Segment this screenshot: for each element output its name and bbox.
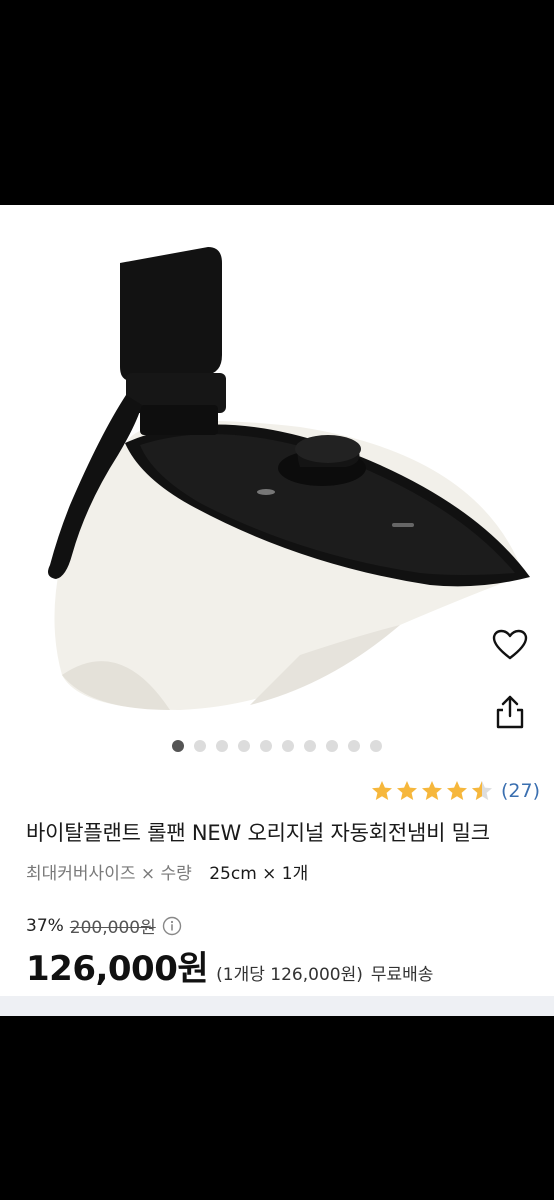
option-value: 25cm × 1개 <box>209 864 309 884</box>
section-divider <box>0 996 554 1016</box>
carousel-dot[interactable] <box>282 740 294 752</box>
carousel-dot[interactable] <box>348 740 360 752</box>
wish-button[interactable] <box>488 623 532 667</box>
carousel-indicator <box>0 740 554 752</box>
unit-price: (1개당 126,000원) <box>216 965 363 985</box>
star-icon <box>421 781 442 800</box>
shipping-info: 무료배송 <box>370 965 434 985</box>
top-black-area <box>0 0 554 205</box>
half-star-icon <box>471 781 492 800</box>
carousel-dot[interactable] <box>326 740 338 752</box>
carousel-dot[interactable] <box>194 740 206 752</box>
rating[interactable]: (27) <box>370 779 540 803</box>
share-icon <box>496 695 524 729</box>
info-icon[interactable] <box>162 916 182 936</box>
product-title: 바이탈플랜트 롤팬 NEW 오리지널 자동회전냄비 밀크 <box>26 821 490 845</box>
carousel-dot[interactable] <box>370 740 382 752</box>
carousel-dot[interactable] <box>216 740 228 752</box>
star-icon <box>371 781 392 800</box>
carousel-dot[interactable] <box>260 740 272 752</box>
sale-price: 126,000원 <box>26 949 209 989</box>
bottom-black-area <box>0 1016 554 1200</box>
original-price-row: 37% 200,000원 <box>26 913 182 938</box>
star-icon <box>396 781 417 800</box>
carousel-dot[interactable] <box>238 740 250 752</box>
discount-rate: 37% <box>26 915 64 936</box>
original-price: 200,000원 <box>69 918 156 938</box>
rating-stars <box>370 779 495 803</box>
heart-icon <box>492 629 528 660</box>
option-label: 최대커버사이즈 × 수량 <box>26 864 192 884</box>
product-image[interactable] <box>0 205 554 725</box>
review-count-link[interactable]: (27) <box>501 780 540 802</box>
selected-option: 최대커버사이즈 × 수량 25cm × 1개 <box>26 859 308 884</box>
price-row: 126,000원 (1개당 126,000원) 무료배송 <box>26 941 433 990</box>
share-button[interactable] <box>488 690 532 734</box>
carousel-dot[interactable] <box>172 740 184 752</box>
star-icon <box>446 781 467 800</box>
carousel-dot[interactable] <box>304 740 316 752</box>
product-card: (27) 바이탈플랜트 롤팬 NEW 오리지널 자동회전냄비 밀크 최대커버사이… <box>0 205 554 1016</box>
